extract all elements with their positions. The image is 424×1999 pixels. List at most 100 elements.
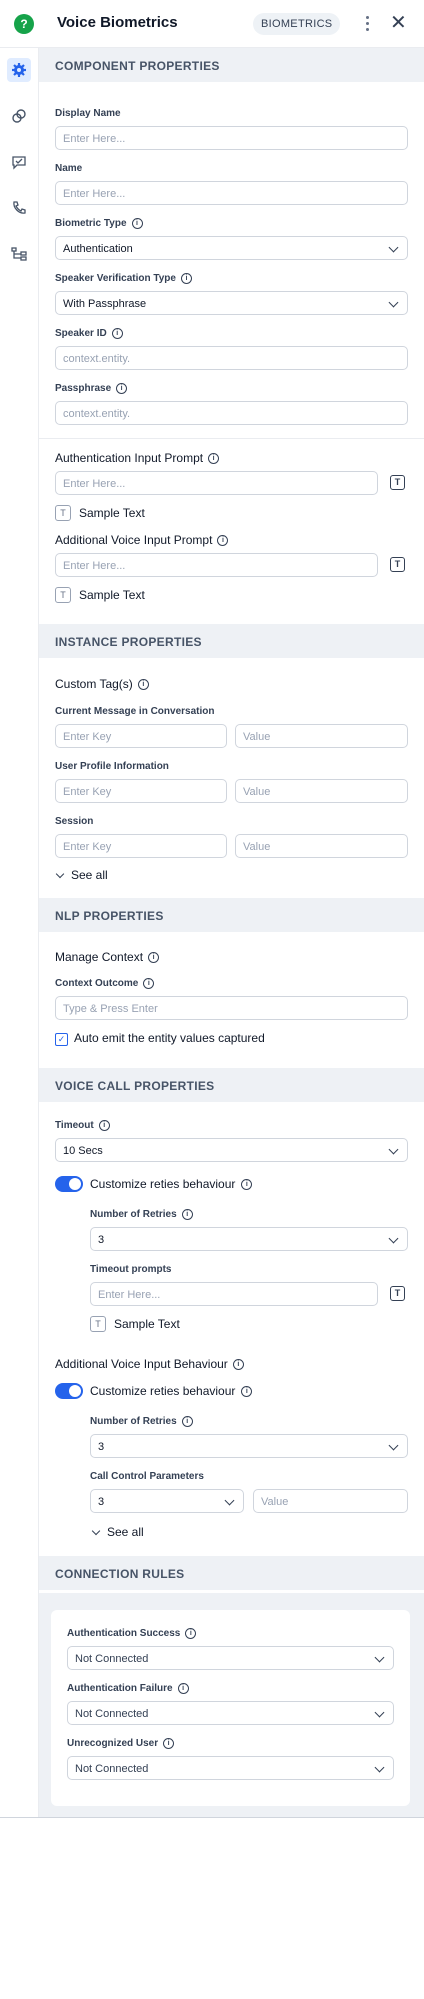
passphrase-label: Passphrase i (55, 383, 128, 394)
tag-key-input[interactable]: Enter Key (55, 724, 227, 748)
chat-check-icon[interactable] (7, 150, 31, 174)
tag-value-input[interactable]: Value (235, 779, 408, 803)
connection-rules-card: Authentication Success i Not Connected Au… (51, 1610, 410, 1806)
auto-emit-checkbox[interactable]: ✓ (55, 1033, 68, 1046)
display-name-label: Display Name (55, 108, 121, 119)
number-of-retries-label: Number of Retries i (90, 1209, 193, 1220)
number-of-retries-select[interactable]: 3 (90, 1227, 408, 1251)
auto-emit-label: Auto emit the entity values captured (74, 1031, 265, 1045)
user-profile-label: User Profile Information (55, 761, 169, 772)
chevron-down-icon (374, 1762, 385, 1773)
call-control-value-input[interactable]: Value (253, 1489, 408, 1513)
chevron-down-icon (388, 1233, 399, 1244)
close-icon[interactable]: ✕ (390, 12, 407, 34)
unrecognized-user-label: Unrecognized User i (67, 1738, 175, 1749)
call-control-select[interactable]: 3 (90, 1489, 244, 1513)
info-icon[interactable]: i (181, 1416, 193, 1427)
text-format-icon[interactable]: T (390, 475, 405, 490)
chevron-down-icon (388, 1440, 399, 1451)
chevron-down-icon (374, 1707, 385, 1718)
component-properties-header: COMPONENT PROPERTIES (39, 48, 424, 82)
info-icon[interactable]: i (241, 1178, 253, 1190)
info-icon[interactable]: i (185, 1628, 197, 1639)
text-icon: T (55, 587, 71, 603)
biometric-type-select[interactable]: Authentication (55, 236, 408, 260)
phone-icon[interactable] (7, 196, 31, 220)
additional-voice-prompt-label: Additional Voice Input Prompt i (55, 533, 229, 547)
auth-failure-select[interactable]: Not Connected (67, 1701, 394, 1725)
biometric-type-label: Biometric Type i (55, 218, 143, 229)
sample-text-option[interactable]: T Sample Text (90, 1316, 180, 1332)
display-name-input[interactable]: Enter Here... (55, 126, 408, 150)
auth-prompt-label: Authentication Input Prompt i (55, 451, 220, 465)
session-label: Session (55, 816, 94, 827)
name-label: Name (55, 163, 83, 174)
info-icon[interactable]: i (208, 452, 220, 464)
info-icon[interactable]: i (232, 1358, 244, 1370)
chevron-down-icon (374, 1652, 385, 1663)
auth-failure-label: Authentication Failure i (67, 1683, 189, 1694)
info-icon[interactable]: i (143, 978, 155, 989)
sample-text-option[interactable]: T Sample Text (55, 505, 145, 521)
auth-success-select[interactable]: Not Connected (67, 1646, 394, 1670)
info-icon[interactable]: i (116, 383, 128, 394)
chevron-down-icon (388, 1144, 399, 1155)
kebab-icon[interactable] (362, 14, 372, 34)
info-icon[interactable]: i (181, 1209, 193, 1220)
info-icon[interactable]: i (98, 1120, 110, 1131)
link-icon[interactable] (7, 104, 31, 128)
info-icon[interactable]: i (137, 678, 149, 690)
customize-retries-toggle[interactable] (55, 1383, 83, 1399)
additional-voice-behaviour-label: Additional Voice Input Behaviour i (55, 1357, 244, 1371)
text-icon: T (90, 1316, 106, 1332)
manage-context-label: Manage Context i (55, 950, 160, 964)
timeout-prompts-input[interactable]: Enter Here... (90, 1282, 378, 1306)
info-icon[interactable]: i (241, 1385, 253, 1397)
passphrase-input[interactable]: context.entity. (55, 401, 408, 425)
current-message-label: Current Message in Conversation (55, 706, 215, 717)
number-of-retries-select[interactable]: 3 (90, 1434, 408, 1458)
text-format-icon[interactable]: T (390, 1286, 405, 1301)
tag-key-input[interactable]: Enter Key (55, 779, 227, 803)
panel-header: ? Voice Biometrics BIOMETRICS ✕ (0, 0, 424, 48)
tag-value-input[interactable]: Value (235, 724, 408, 748)
info-icon[interactable]: i (163, 1738, 175, 1749)
name-input[interactable]: Enter Here... (55, 181, 408, 205)
sample-text-option[interactable]: T Sample Text (55, 587, 145, 603)
unrecognized-user-select[interactable]: Not Connected (67, 1756, 394, 1780)
bot-logo-icon: ? (14, 14, 34, 34)
side-nav (0, 48, 39, 1818)
flow-icon[interactable] (7, 242, 31, 266)
context-outcome-input[interactable]: Type & Press Enter (55, 996, 408, 1020)
chevron-down-icon (388, 242, 399, 253)
info-icon[interactable]: i (180, 273, 192, 284)
customize-retries-toggle[interactable] (55, 1176, 83, 1192)
auth-prompt-input[interactable]: Enter Here... (55, 471, 378, 495)
speaker-id-input[interactable]: context.entity. (55, 346, 408, 370)
customize-retries-label: Customize reties behaviour i (90, 1384, 253, 1398)
connection-rules-header: CONNECTION RULES (39, 1556, 424, 1590)
speaker-verification-select[interactable]: With Passphrase (55, 291, 408, 315)
tag-key-input[interactable]: Enter Key (55, 834, 227, 858)
tag-value-input[interactable]: Value (235, 834, 408, 858)
gear-icon[interactable] (7, 58, 31, 82)
see-all-link[interactable]: See all (55, 868, 108, 882)
properties-content: COMPONENT PROPERTIES Display Name Enter … (39, 48, 424, 1818)
text-icon: T (55, 505, 71, 521)
additional-voice-prompt-input[interactable]: Enter Here... (55, 553, 378, 577)
auth-success-label: Authentication Success i (67, 1628, 197, 1639)
timeout-prompts-label: Timeout prompts (90, 1264, 172, 1275)
info-icon[interactable]: i (217, 534, 229, 546)
timeout-select[interactable]: 10 Secs (55, 1138, 408, 1162)
info-icon[interactable]: i (111, 328, 123, 339)
chevron-down-icon (224, 1495, 235, 1506)
speaker-id-label: Speaker ID i (55, 328, 123, 339)
info-icon[interactable]: i (177, 1683, 189, 1694)
text-format-icon[interactable]: T (390, 557, 405, 572)
panel-bottom-border (0, 1817, 424, 1818)
info-icon[interactable]: i (131, 218, 143, 229)
see-all-link[interactable]: See all (91, 1525, 144, 1539)
customize-retries-label: Customize reties behaviour i (90, 1177, 253, 1191)
call-control-label: Call Control Parameters (90, 1471, 204, 1482)
info-icon[interactable]: i (148, 951, 160, 963)
